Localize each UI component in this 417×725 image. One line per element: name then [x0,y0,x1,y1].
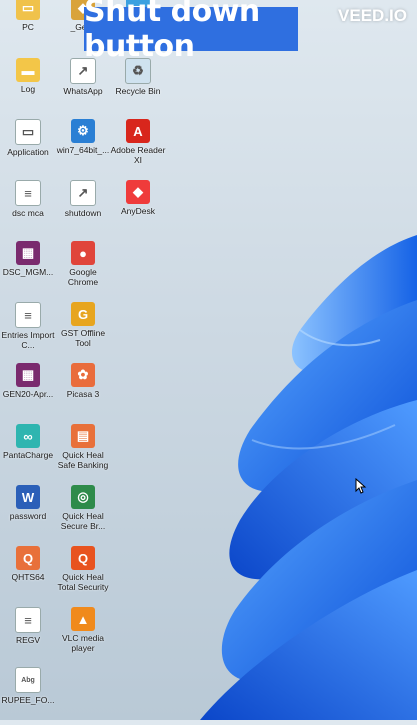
pantacharge-icon: ∞ [16,424,40,448]
desktop-icon[interactable]: ◎ Quick Heal Secure Br... [55,483,111,543]
desktop-icon[interactable]: A Adobe Reader XI [110,117,166,177]
secure-browser-icon: ◎ [71,485,95,509]
desktop-icon-label: dsc mca [12,208,44,218]
picasa-icon: ✿ [71,363,95,387]
desktop-icon[interactable]: ▭ PC [0,0,56,54]
desktop-icon-label: shutdown [64,208,102,218]
desktop-icon[interactable]: ▬ Log [0,56,56,116]
mouse-cursor-icon [355,478,367,494]
desktop-icon[interactable]: ▦ DSC_MGM... [0,239,56,299]
desktop-icon-label: Adobe Reader XI [110,145,166,165]
desktop-icon[interactable]: ▤ Quick Heal Safe Banking [55,422,111,482]
this-pc-icon: ▭ [16,0,40,20]
desktop-icon-label: Google Chrome [67,267,99,287]
desktop-icon[interactable]: ≡ Entries Import C... [0,300,56,360]
desktop-icon[interactable]: ▭ Application [0,117,56,177]
desktop-icon-label: PC [22,22,34,32]
desktop-icon-label: Log [20,84,36,94]
archive-icon: ▦ [16,241,40,265]
desktop-icon-label: Quick Heal Total Security [57,572,109,592]
desktop-icon-label: Quick Heal Safe Banking [57,450,109,470]
desktop-icon-label: RUPEE_FO... [1,695,55,705]
desktop-icon[interactable]: ▦ GEN20-Apr... [0,361,56,421]
desktop-icon-label: Picasa 3 [66,389,100,399]
window-icon: ▭ [15,119,41,145]
desktop-icon-label: AnyDesk [120,206,155,216]
desktop-icon[interactable]: Q QHTS64 [0,544,56,604]
word-doc-icon: W [16,485,40,509]
desktop-icon[interactable]: ● Google Chrome [55,239,111,299]
document-icon: ≡ [15,302,41,328]
archive-icon: ▦ [16,363,40,387]
desktop-icon-label: password [9,511,47,521]
setup-icon: ⚙ [71,119,95,143]
anydesk-icon: ◆ [126,180,150,204]
title-banner: Shut down button [84,0,298,64]
desktop-icon-label: WhatsApp [63,86,103,96]
desktop-icon-label: QHTS64 [11,572,45,582]
pdf-icon: A [126,119,150,143]
desktop-icon[interactable]: G GST Offline Tool [55,300,111,360]
desktop-icon[interactable]: ≡ REGV [0,605,56,665]
desktop-icon-label: win7_64bit_... [56,145,110,155]
desktop-icon-label: VLC media player [61,633,105,653]
quickheal-q-icon: Q [71,546,95,570]
text-file-icon: ≡ [15,180,41,206]
desktop-icon[interactable]: ◆ AnyDesk [110,178,166,238]
quickheal-icon: ▤ [71,424,95,448]
shortcut-window-icon: ↗ [70,180,96,206]
desktop-icon-label: PantaCharge [2,450,54,460]
desktop-icon-label: Application [7,147,49,157]
quickheal-setup-icon: Q [16,546,40,570]
folder-icon: ▬ [16,58,40,82]
desktop-icon[interactable]: ↗ shutdown [55,178,111,238]
font-file-icon: Abg [15,667,41,693]
desktop-icon-label: REGV [15,635,41,645]
desktop-icon[interactable]: ✿ Picasa 3 [55,361,111,421]
text-file-icon: ≡ [15,607,41,633]
vlc-icon: ▲ [71,607,95,631]
desktop-icon-label: Entries Import C... [1,330,55,350]
desktop-icon-label: GST Offline Tool [60,328,106,348]
watermark-logo: VEED.IO [338,6,407,25]
chrome-icon: ● [71,241,95,265]
desktop-icon[interactable]: Abg RUPEE_FO... [0,665,56,725]
gst-icon: G [71,302,95,326]
desktop-icon[interactable]: ♻ Recycle Bin [110,56,166,116]
desktop-icon-label: GEN20-Apr... [2,389,54,399]
desktop-icon[interactable]: Wpassword [0,483,56,543]
desktop-icon-label: DSC_MGM... [2,267,54,277]
desktop-icon[interactable]: ↗ WhatsApp [55,56,111,116]
desktop-icon[interactable]: ∞ PantaCharge [0,422,56,482]
desktop-icon[interactable]: Q Quick Heal Total Security [55,544,111,604]
desktop-icon[interactable]: ≡ dsc mca [0,178,56,238]
desktop-icon-label: Recycle Bin [115,86,161,96]
desktop-icon-label: Quick Heal Secure Br... [60,511,106,531]
desktop-icon[interactable]: ▲ VLC media player [55,605,111,665]
desktop-icon[interactable]: ⚙ win7_64bit_... [55,117,111,177]
